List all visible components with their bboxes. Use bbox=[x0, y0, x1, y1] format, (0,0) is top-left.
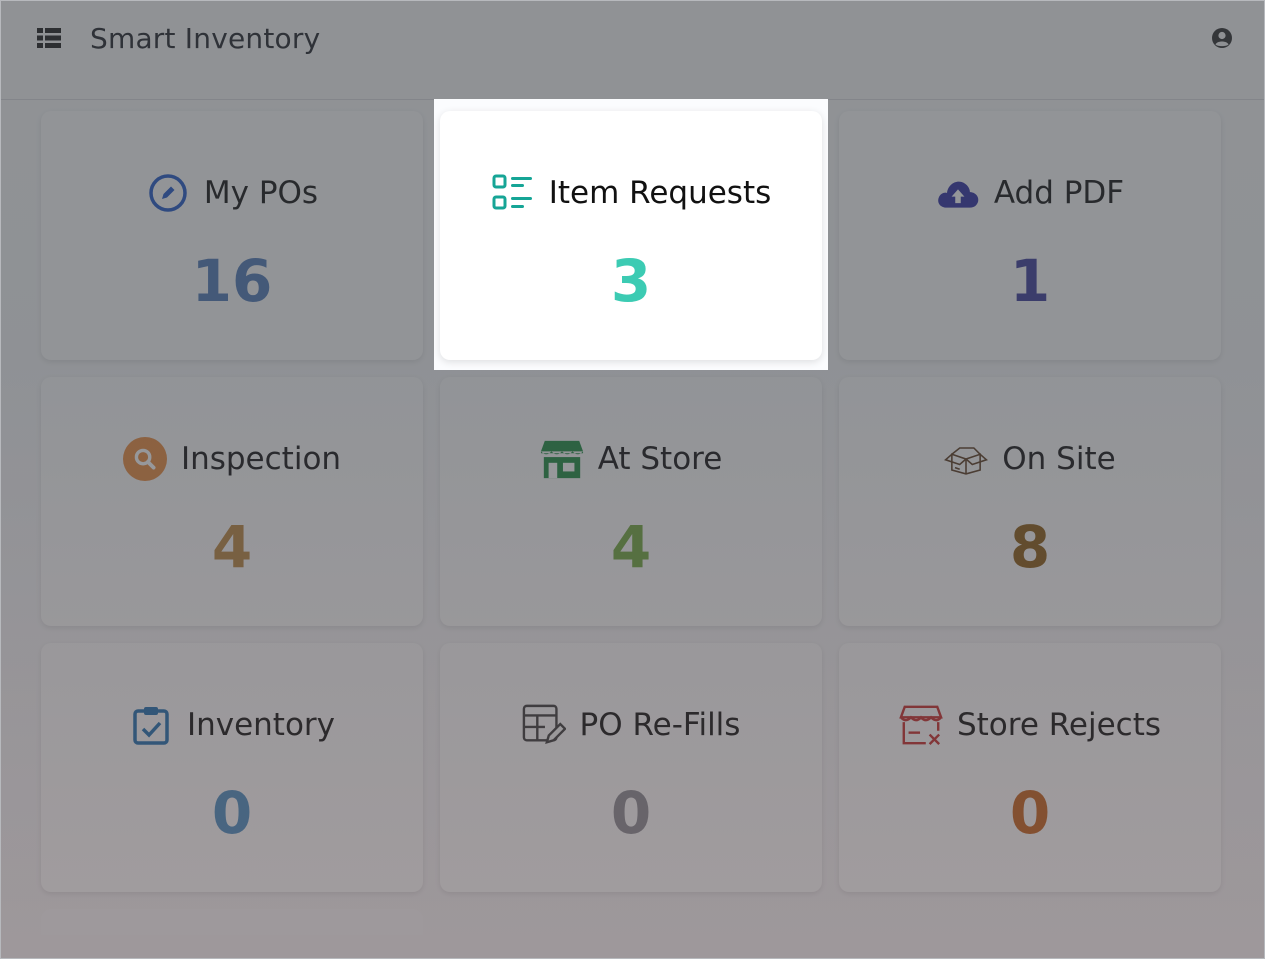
card-count: 4 bbox=[211, 513, 253, 581]
card-label: Inventory bbox=[186, 707, 336, 743]
card-my-pos[interactable]: My POs 16 bbox=[41, 111, 423, 360]
open-box-icon bbox=[944, 439, 989, 479]
card-inspection[interactable]: Inspection 4 bbox=[41, 377, 423, 626]
user-circle-icon[interactable] bbox=[1211, 27, 1233, 49]
card-label: Store Rejects bbox=[956, 707, 1162, 743]
clipboard-check-icon bbox=[129, 705, 173, 745]
card-item-requests[interactable]: Item Requests 3 bbox=[440, 111, 822, 360]
card-count: 0 bbox=[610, 779, 652, 847]
card-count: 3 bbox=[610, 247, 652, 315]
card-label: PO Re-Fills bbox=[579, 707, 741, 743]
checklist-icon bbox=[491, 173, 535, 213]
table-edit-icon bbox=[522, 704, 566, 745]
card-label: Item Requests bbox=[548, 175, 772, 211]
card-label: At Store bbox=[597, 441, 723, 477]
card-at-store[interactable]: At Store 4 bbox=[440, 377, 822, 626]
card-add-pdf[interactable]: Add PDF 1 bbox=[839, 111, 1221, 360]
pen-circle-icon bbox=[146, 173, 190, 213]
card-label: My POs bbox=[203, 175, 319, 211]
card-count: 4 bbox=[610, 513, 652, 581]
card-label: On Site bbox=[1002, 441, 1116, 477]
list-menu-icon[interactable] bbox=[37, 28, 61, 48]
card-po-refills[interactable]: PO Re-Fills 0 bbox=[440, 643, 822, 892]
card-label: Inspection bbox=[180, 441, 342, 477]
card-count: 0 bbox=[211, 779, 253, 847]
store-icon bbox=[540, 439, 584, 479]
card-count: 0 bbox=[1009, 779, 1051, 847]
cloud-upload-icon bbox=[936, 173, 980, 213]
card-inventory[interactable]: Inventory 0 bbox=[41, 643, 423, 892]
search-circle-icon bbox=[122, 437, 167, 481]
card-partial[interactable] bbox=[41, 909, 423, 935]
card-label: Add PDF bbox=[993, 175, 1125, 211]
store-reject-icon bbox=[899, 705, 943, 745]
card-on-site[interactable]: On Site 8 bbox=[839, 377, 1221, 626]
card-count: 8 bbox=[1009, 513, 1051, 581]
app-root: Smart Inventory My POs 16 Item Requests … bbox=[0, 0, 1265, 959]
card-count: 1 bbox=[1009, 247, 1051, 315]
card-store-rejects[interactable]: Store Rejects 0 bbox=[839, 643, 1221, 892]
card-count: 16 bbox=[191, 247, 273, 315]
app-title: Smart Inventory bbox=[90, 22, 321, 55]
app-header: Smart Inventory bbox=[0, 0, 1265, 100]
